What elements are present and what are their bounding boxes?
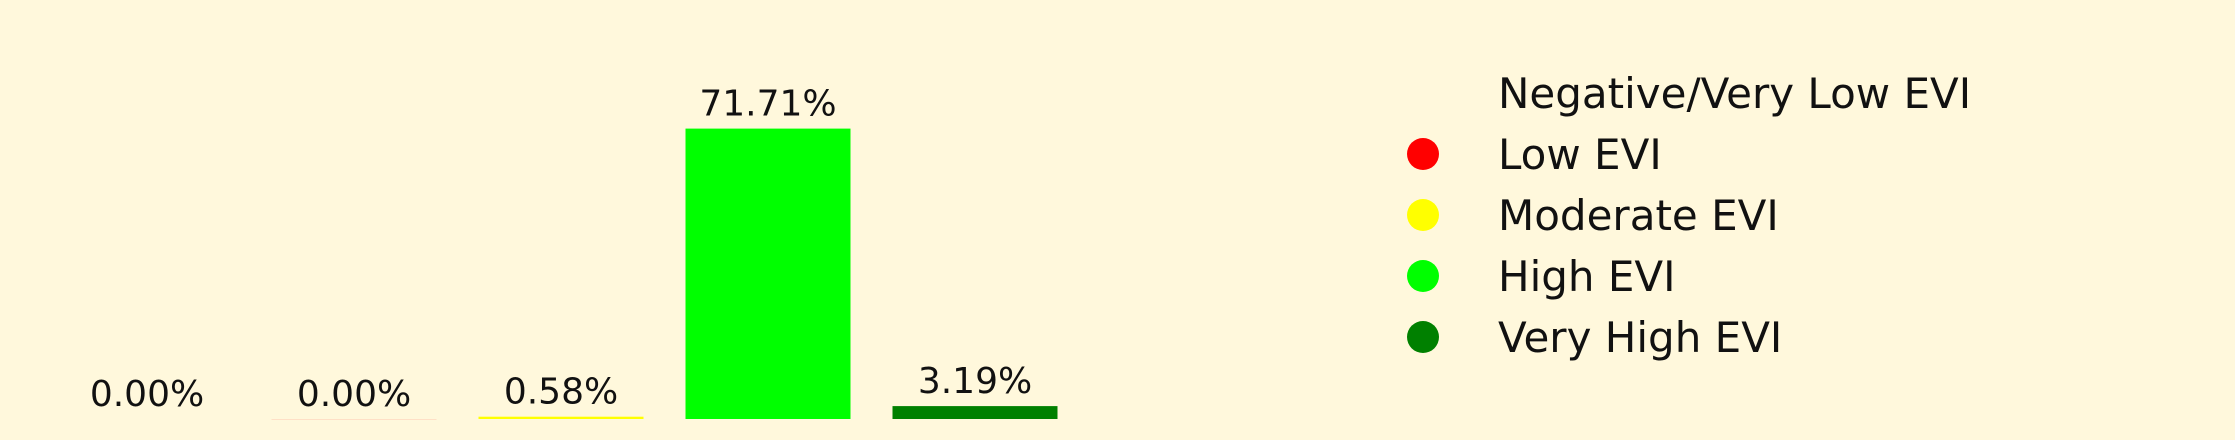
legend: Negative/Very Low EVI Low EVI Moderate EVI… (1407, 69, 1971, 362)
bar-value-label-2: 0.00% (297, 374, 411, 415)
chart-svg: 0.00% 0.00% 0.58% 71.71% 3.19% Negative/Very… (0, 0, 2235, 435)
legend-label-5: Very High EVI (1498, 313, 1782, 362)
legend-marker-4 (1407, 260, 1439, 292)
bar-labels-layer: 0.00% 0.00% 0.58% 71.71% 3.19% (90, 84, 1032, 415)
legend-label-3: Moderate EVI (1498, 191, 1779, 240)
legend-label-4: High EVI (1498, 252, 1676, 301)
legend-marker-1 (1407, 77, 1439, 109)
bar-4 (686, 129, 851, 419)
bar-value-label-5: 3.19% (918, 361, 1032, 402)
legend-label-1: Negative/Very Low EVI (1498, 69, 1971, 118)
legend-marker-5 (1407, 321, 1439, 353)
legend-marker-2 (1407, 138, 1439, 170)
bar-value-label-1: 0.00% (90, 374, 204, 415)
bar-5 (893, 406, 1058, 419)
legend-label-2: Low EVI (1498, 130, 1662, 179)
evi-chart: 0.00% 0.00% 0.58% 71.71% 3.19% Negative/Very… (0, 0, 2235, 435)
bar-value-label-3: 0.58% (504, 372, 618, 413)
legend-marker-3 (1407, 199, 1439, 231)
bar-3 (479, 417, 644, 419)
bar-value-label-4: 71.71% (699, 84, 836, 125)
